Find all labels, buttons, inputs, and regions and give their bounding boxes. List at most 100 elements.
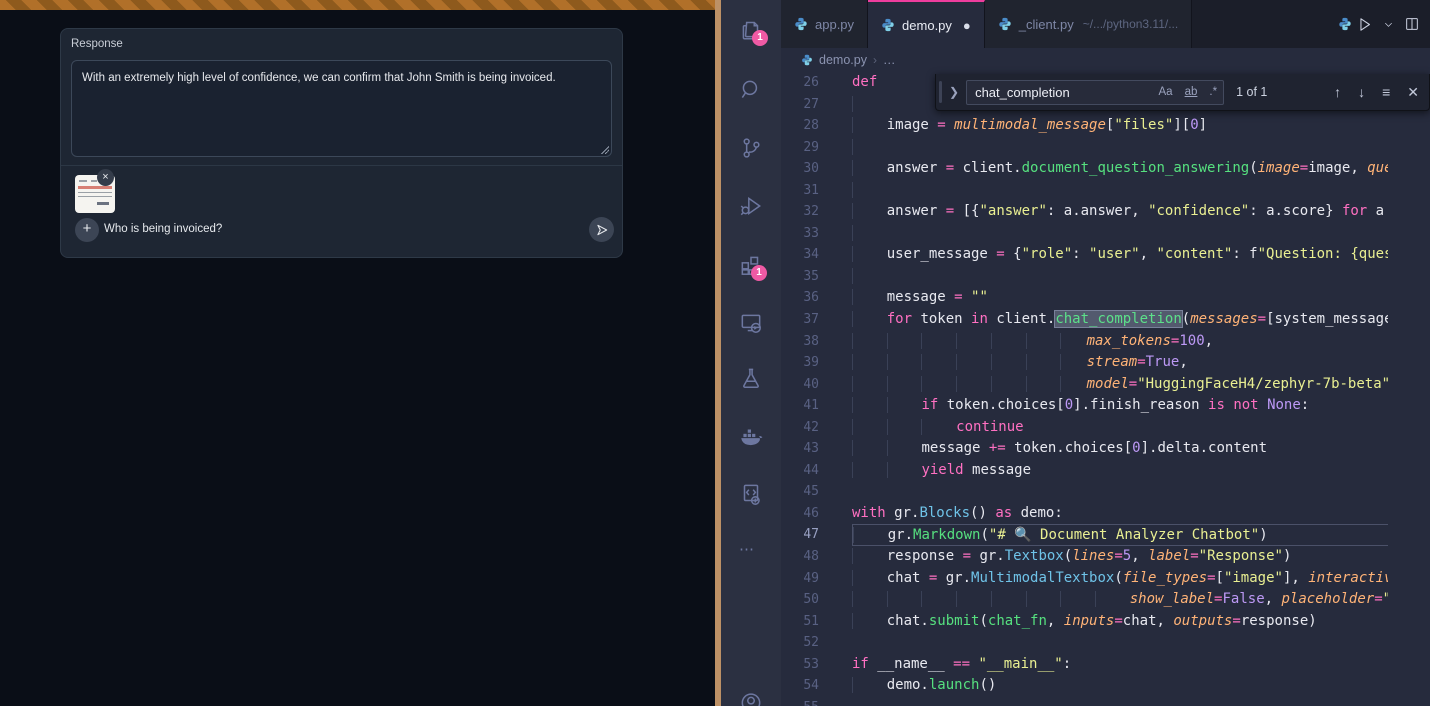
extensions-icon[interactable]: 1 xyxy=(738,252,764,278)
code-line: 51 chat.submit(chat_fn, inputs=chat, out… xyxy=(781,611,1388,633)
line-content xyxy=(852,481,1388,503)
run-python-file-button[interactable] xyxy=(1356,16,1373,33)
line-number: 44 xyxy=(781,460,852,482)
line-content: message = "" xyxy=(852,287,1388,309)
line-content: chat.submit(chat_fn, inputs=chat, output… xyxy=(852,611,1388,633)
tab-app-py[interactable]: app.py xyxy=(781,0,868,48)
dirty-indicator-icon[interactable]: ● xyxy=(963,18,971,33)
find-input[interactable]: chat_completion Aa ab .* xyxy=(966,80,1224,105)
chat-input-text[interactable]: Who is being invoiced? xyxy=(104,223,222,235)
python-icon xyxy=(881,18,895,32)
line-number: 36 xyxy=(781,287,852,309)
card-divider xyxy=(61,165,622,166)
line-content: if __name__ == "__main__": xyxy=(852,654,1388,676)
line-number: 53 xyxy=(781,654,852,676)
whole-word-button[interactable]: ab xyxy=(1179,86,1204,98)
remote-explorer-icon[interactable] xyxy=(738,310,764,336)
toggle-replace-chevron-icon[interactable]: ❯ xyxy=(942,85,966,99)
code-line: 33 xyxy=(781,223,1388,245)
tab-client-py[interactable]: _client.py ~/.../python3.11/... xyxy=(985,0,1192,48)
code-line: 42 continue xyxy=(781,417,1388,439)
remove-image-button[interactable]: × xyxy=(97,169,114,186)
vscode-window: 1 1 xyxy=(721,0,1430,706)
code-editor[interactable]: 26def27 28 image = multimodal_message["f… xyxy=(781,72,1388,706)
testing-flask-icon[interactable] xyxy=(738,365,764,391)
response-text: With an extremely high level of confiden… xyxy=(82,72,556,84)
next-match-button[interactable]: ↓ xyxy=(1358,84,1365,100)
response-textarea[interactable]: With an extremely high level of confiden… xyxy=(71,60,612,157)
line-content: show_label=False, placeholder="..." xyxy=(852,589,1388,611)
line-number: 40 xyxy=(781,374,852,396)
search-icon[interactable] xyxy=(738,77,764,103)
more-actions-icon[interactable]: ⋯ xyxy=(739,540,756,558)
line-number: 39 xyxy=(781,352,852,374)
line-content xyxy=(852,137,1388,159)
code-line: 52 xyxy=(781,632,1388,654)
line-number: 32 xyxy=(781,201,852,223)
find-results-count: 1 of 1 xyxy=(1224,85,1296,99)
breadcrumb[interactable]: demo.py › … xyxy=(781,48,1430,72)
line-number: 52 xyxy=(781,632,852,654)
line-content xyxy=(852,223,1388,245)
line-content: model="HuggingFaceH4/zephyr-7b-beta" xyxy=(852,374,1388,396)
run-debug-icon[interactable] xyxy=(738,193,764,219)
line-number: 43 xyxy=(781,438,852,460)
code-line: 37 for token in client.chat_completion(m… xyxy=(781,309,1388,331)
line-number: 35 xyxy=(781,266,852,288)
code-line: 35 xyxy=(781,266,1388,288)
add-file-button[interactable]: + xyxy=(75,218,99,242)
code-runner-icon[interactable] xyxy=(738,481,764,507)
run-dropdown-chevron-icon[interactable] xyxy=(1383,19,1394,30)
line-number: 54 xyxy=(781,675,852,697)
match-case-button[interactable]: Aa xyxy=(1153,86,1179,98)
breadcrumb-file[interactable]: demo.py xyxy=(819,53,867,67)
previous-match-button[interactable]: ↑ xyxy=(1334,84,1341,100)
line-content xyxy=(852,180,1388,202)
line-content: image = multimodal_message["files"][0] xyxy=(852,115,1388,137)
send-icon xyxy=(595,223,609,237)
source-control-icon[interactable] xyxy=(738,135,764,161)
code-line: 54 demo.launch() xyxy=(781,675,1388,697)
line-number: 27 xyxy=(781,94,852,116)
code-line: 44 yield message xyxy=(781,460,1388,482)
account-icon[interactable] xyxy=(738,692,764,706)
close-find-button[interactable]: ✕ xyxy=(1407,84,1419,101)
line-content xyxy=(852,266,1388,288)
line-content: answer = client.document_question_answer… xyxy=(852,158,1388,180)
regex-button[interactable]: .* xyxy=(1203,86,1223,98)
send-button[interactable] xyxy=(589,217,614,242)
extensions-badge: 1 xyxy=(751,265,767,281)
tab-demo-py[interactable]: demo.py ● xyxy=(868,0,985,48)
line-content: message += token.choices[0].delta.conten… xyxy=(852,438,1388,460)
line-number: 48 xyxy=(781,546,852,568)
code-line: 53if __name__ == "__main__": xyxy=(781,654,1388,676)
find-in-selection-button[interactable]: ≡ xyxy=(1382,84,1390,100)
code-line: 29 xyxy=(781,137,1388,159)
line-content: stream=True, xyxy=(852,352,1388,374)
docker-icon[interactable] xyxy=(738,423,764,449)
line-content: max_tokens=100, xyxy=(852,331,1388,353)
response-label: Response xyxy=(71,38,123,50)
split-editor-button[interactable] xyxy=(1404,16,1420,32)
code-line: 48 response = gr.Textbox(lines=5, label=… xyxy=(781,546,1388,568)
python-icon xyxy=(794,17,808,31)
line-number: 49 xyxy=(781,568,852,590)
line-content: for token in client.chat_completion(mess… xyxy=(852,309,1388,331)
activity-bar: 1 1 xyxy=(721,0,781,706)
screen: Response With an extremely high level of… xyxy=(0,0,1430,706)
code-line: 49 chat = gr.MultimodalTextbox(file_type… xyxy=(781,568,1388,590)
window-accent-bar xyxy=(0,0,715,10)
resize-handle-icon[interactable] xyxy=(600,145,609,154)
editor-actions xyxy=(1352,0,1430,48)
line-content: user_message = {"role": "user", "content… xyxy=(852,244,1388,266)
code-line: 36 message = "" xyxy=(781,287,1388,309)
code-line: 32 answer = [{"answer": a.answer, "confi… xyxy=(781,201,1388,223)
code-line: 45 xyxy=(781,481,1388,503)
tab-label: _client.py xyxy=(1019,17,1074,32)
gradio-card: Response With an extremely high level of… xyxy=(60,28,623,258)
line-number: 51 xyxy=(781,611,852,633)
find-query-text[interactable]: chat_completion xyxy=(967,85,1152,100)
explorer-icon[interactable]: 1 xyxy=(738,16,764,42)
line-number: 33 xyxy=(781,223,852,245)
breadcrumb-more[interactable]: … xyxy=(883,53,896,67)
